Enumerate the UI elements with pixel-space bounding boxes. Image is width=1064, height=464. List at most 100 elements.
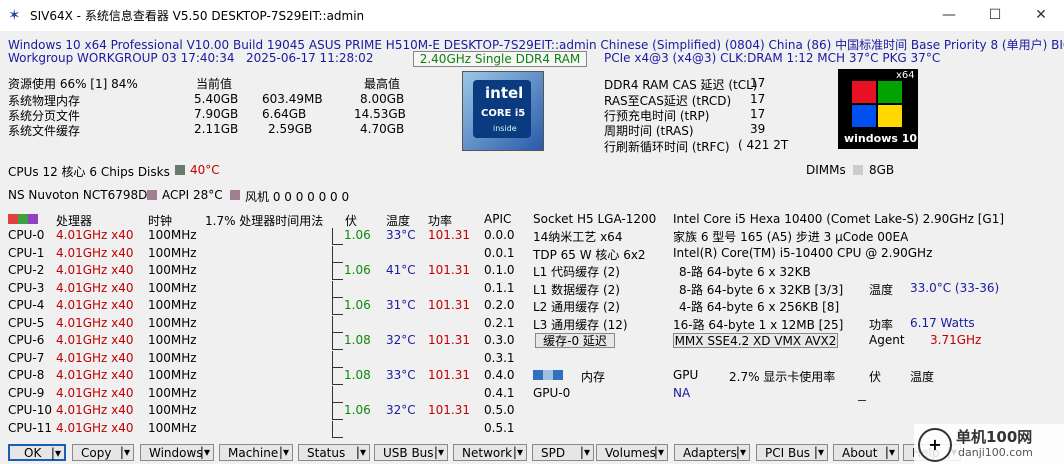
current-value-header: 当前值 [196, 77, 233, 91]
windows-10-logo: x64 windows 10 [838, 69, 918, 149]
dropdown-arrow-icon[interactable]: |▾ [356, 445, 366, 459]
button-label: SPD [541, 445, 566, 460]
spd-button[interactable]: SPD |▾ [532, 444, 594, 461]
cpu-apic: 0.3.0 [484, 333, 515, 347]
watermark-plus-icon: + [918, 428, 952, 462]
pcie-info: PCIe x4@3 (x4@3) CLK:DRAM 1:12 MCH 37°C … [604, 51, 941, 65]
cpu-temperature: 32°C [386, 333, 416, 347]
cpus-disks-info: CPUs 12 核心 6 Chips Disks [8, 165, 170, 179]
dropdown-arrow-icon[interactable]: |▾ [513, 445, 523, 459]
clock-header: 时钟 [148, 214, 173, 228]
cpu-name: CPU-3 [8, 280, 45, 295]
cpu-apic: 0.1.1 [484, 280, 515, 295]
cpu-apic: 0.2.0 [484, 298, 515, 312]
cpu-frequency: 4.01GHz x40 [56, 298, 134, 312]
l1-data-cache-detail: 8-路 64-byte 6 x 32KB [3/3] [679, 283, 844, 297]
cpu-power-value: 6.17 Watts [910, 316, 975, 330]
max-value-header: 最高值 [364, 77, 401, 91]
cpu-name: CPU-5 [8, 315, 45, 330]
cpu-frequency: 4.01GHz x40 [56, 350, 134, 365]
volumes-button[interactable]: Volumes |▾ [596, 444, 668, 461]
close-button[interactable]: ✕ [1018, 0, 1064, 31]
resource-value: 6.64GB [262, 107, 307, 121]
cpu-name: CPU-7 [8, 350, 45, 365]
ram-timing-value: 17 [750, 76, 766, 90]
cpu-frequency: 4.01GHz x40 [56, 263, 134, 277]
gpu-name: GPU-0 [533, 386, 571, 400]
cpu-bus-clock: 100MHz [148, 420, 197, 435]
pci-bus-button[interactable]: PCI Bus |▾ [756, 444, 828, 461]
network-button[interactable]: Network |▾ [453, 444, 527, 461]
copy-button[interactable]: Copy |▾ [72, 444, 134, 461]
cpu-frequency: 4.01GHz x40 [56, 420, 134, 435]
cpu-temperature: 33°C [386, 228, 416, 242]
dropdown-arrow-icon[interactable]: |▾ [654, 445, 664, 459]
cpu-name: CPU-1 [8, 245, 45, 260]
cpu-name: CPU-2 [8, 263, 45, 277]
x64-badge: x64 [896, 70, 915, 81]
button-label: OK [24, 446, 42, 460]
l1-code-cache-detail: 8-路 64-byte 6 x 32KB [679, 265, 811, 279]
cpu-bus-clock: 100MHz [148, 368, 197, 382]
resource-value: 8.00GB [360, 92, 405, 106]
fan-speeds: 风机 0 0 0 0 0 0 0 [245, 190, 350, 204]
cpu-bus-clock: 100MHz [148, 315, 197, 330]
cpu-apic: 0.5.0 [484, 403, 515, 417]
cpu-apic: 0.2.1 [484, 315, 515, 330]
watermark-url: danji100.com [958, 446, 1033, 459]
windows-label: windows 10 [844, 132, 918, 145]
cpu-name: CPU-4 [8, 298, 45, 312]
dropdown-arrow-icon[interactable]: |▾ [434, 445, 444, 459]
acpi-temperature: ACPI 28°C [162, 188, 223, 202]
cpu-bus-clock: 100MHz [148, 263, 197, 277]
cpu-power: 101.31 [428, 228, 470, 242]
resource-value: 4.70GB [360, 122, 405, 136]
dropdown-arrow-icon[interactable]: |▾ [279, 445, 289, 459]
windows-quad [878, 105, 902, 127]
dropdown-arrow-icon[interactable]: |▾ [200, 445, 210, 459]
maximize-button[interactable]: ☐ [972, 0, 1018, 31]
cpu-usage-sparkline [332, 228, 343, 245]
dropdown-arrow-icon[interactable]: |▾ [736, 445, 746, 459]
cpu-apic: 0.3.1 [484, 350, 515, 365]
resource-value: 7.90GB [194, 107, 239, 121]
fan-indicator-icon [230, 188, 240, 202]
app-icon: ✶ [8, 6, 21, 24]
ok-button[interactable]: OK |▾ [8, 444, 66, 461]
adapters-button[interactable]: Adapters |▾ [674, 444, 750, 461]
status-button[interactable]: Status |▾ [298, 444, 370, 461]
windows-button[interactable]: Windows |▾ [140, 444, 214, 461]
button-label: Adapters [683, 445, 737, 460]
cpu-usage-sparkline [332, 280, 343, 298]
dropdown-arrow-icon[interactable]: |▾ [885, 445, 895, 459]
cache-latency-button[interactable]: 缓存-0 延迟 [535, 333, 615, 348]
minimize-button[interactable]: — [926, 0, 972, 31]
dropdown-arrow-icon[interactable]: |▾ [51, 446, 61, 460]
cpu-tdp: TDP 65 W 核心 6x2 [533, 248, 646, 262]
cpu-name: CPU-0 [8, 228, 45, 242]
windows-quad [852, 81, 876, 103]
cpu-process: 14纳米工艺 x64 [533, 230, 623, 244]
apic-header: APIC [484, 212, 512, 226]
cpu-usage-sparkline [332, 403, 343, 420]
processor-header: 处理器 [56, 214, 93, 228]
agent-label: Agent [869, 333, 905, 347]
dropdown-arrow-icon[interactable]: |▾ [120, 445, 130, 459]
cpu-frequency: 4.01GHz x40 [56, 245, 134, 260]
cpu-power: 101.31 [428, 298, 470, 312]
about-button[interactable]: About |▾ [833, 444, 899, 461]
cpu-apic: 0.4.0 [484, 368, 515, 382]
usb-bus-button[interactable]: USB Bus |▾ [374, 444, 448, 461]
cpu-frequency: 4.01GHz x40 [56, 228, 134, 242]
ram-timing-label: 行刷新循环时间 (tRFC) [604, 140, 730, 154]
dropdown-arrow-icon[interactable]: |▾ [814, 445, 824, 459]
window-title: SIV64X - 系统信息查看器 V5.50 DESKTOP-7S29EIT::… [30, 9, 365, 23]
dropdown-arrow-icon[interactable]: |▾ [580, 445, 590, 459]
machine-button[interactable]: Machine |▾ [219, 444, 293, 461]
cpu-voltage: 1.06 [344, 228, 371, 242]
cpu-frequency: 4.01GHz x40 [56, 403, 134, 417]
cpu-bus-clock: 100MHz [148, 228, 197, 242]
windows-quad [878, 81, 902, 103]
resource-label: 系统文件缓存 [8, 124, 81, 138]
cpu-frequency: 4.01GHz x40 [56, 315, 134, 330]
